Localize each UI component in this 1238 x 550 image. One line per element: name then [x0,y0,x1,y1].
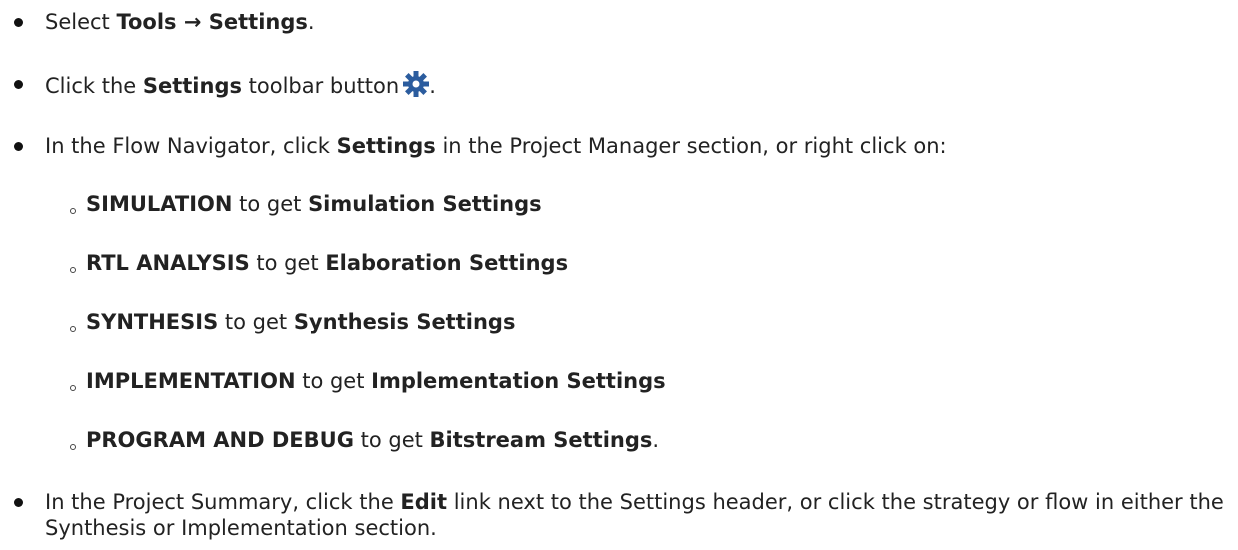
text-prefix: Click the [45,74,143,98]
text-middle: to get [295,369,372,393]
settings-name: Elaboration Settings [325,251,569,275]
settings-name: Bitstream Settings [429,428,653,452]
text-middle: to get [249,251,326,275]
text-middle: to get [218,310,294,334]
bullet-dot [14,142,23,151]
settings-name: Implementation Settings [371,369,666,393]
text-prefix: In the Project Summary, click the [45,490,401,514]
text-end: . [652,428,660,452]
sub-text: PROGRAM AND DEBUG to get Bitstream Setti… [86,427,659,453]
menu-settings: Settings [208,10,308,34]
text-suffix: in the Project Manager section, or right… [435,134,947,158]
section-name: PROGRAM AND DEBUG [86,428,354,452]
sub-bullet [70,444,76,450]
item-text: Select Tools → Settings. [45,9,315,35]
item-text: In the Project Summary, click the Edit l… [45,489,1230,541]
settings-label: Settings [142,74,242,98]
text-middle: to get [232,192,309,216]
sub-bullet [70,326,76,332]
text-prefix: Select [45,10,117,34]
sub-bullet [70,385,76,391]
settings-name: Synthesis Settings [293,310,516,334]
text-suffix: toolbar button [241,74,400,98]
section-name: IMPLEMENTATION [86,369,296,393]
sub-text: SIMULATION to get Simulation Settings [86,191,542,217]
text-suffix: . [307,10,315,34]
menu-arrow: → [176,10,209,34]
gear-icon [403,71,430,103]
settings-label: Settings [336,134,436,158]
section-name: SIMULATION [86,192,233,216]
sub-text: SYNTHESIS to get Synthesis Settings [86,309,515,335]
sub-bullet [70,267,76,273]
text-middle: to get [353,428,430,452]
bullet-dot [14,498,23,507]
bullet-dot [14,18,23,27]
bullet-dot [14,80,23,89]
edit-link-label: Edit [400,490,448,514]
sub-text: IMPLEMENTATION to get Implementation Set… [86,368,666,394]
sub-text: RTL ANALYSIS to get Elaboration Settings [86,250,568,276]
text-prefix: In the Flow Navigator, click [45,134,337,158]
sub-bullet [70,208,76,214]
section-name: RTL ANALYSIS [86,251,250,275]
item-text: In the Flow Navigator, click Settings in… [45,133,947,159]
settings-name: Simulation Settings [308,192,542,216]
menu-tools: Tools [116,10,177,34]
item-text: Click the Settings toolbar button. [45,71,436,103]
section-name: SYNTHESIS [86,310,219,334]
text-end: . [429,74,436,98]
